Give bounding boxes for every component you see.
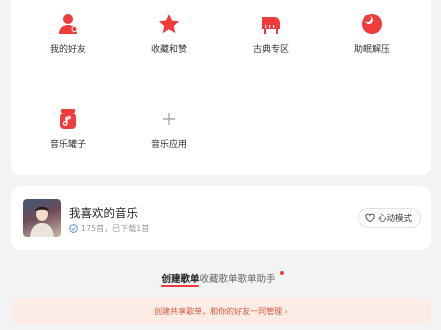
shortcut-music-apps[interactable]: 音乐应用: [124, 107, 214, 150]
shortcut-favorites[interactable]: 收藏和赞: [124, 12, 214, 55]
playlist-subtitle: 175首，已下载1首: [69, 223, 149, 234]
piano-icon: [262, 17, 280, 34]
playlist-cover: [23, 199, 61, 237]
music-jar-icon: [60, 109, 76, 129]
shortcut-label: 收藏和赞: [150, 45, 187, 55]
shortcut-classical[interactable]: 古典专区: [226, 12, 316, 55]
liked-playlist-card[interactable]: 我喜欢的音乐 175首，已下载1首 心动模式: [11, 186, 431, 250]
heart-mode-label: 心动模式: [377, 214, 412, 224]
notification-dot: [279, 271, 284, 275]
moon-icon: [362, 14, 382, 34]
playlist-stats: 175首，已下载1首: [81, 224, 150, 233]
shortcut-friends[interactable]: 我的好友: [23, 12, 113, 55]
heart-icon: [365, 213, 375, 223]
heart-mode-button[interactable]: 心动模式: [357, 208, 421, 228]
shortcut-label: 音乐罐子: [49, 140, 86, 150]
downloaded-check-icon: [69, 224, 78, 233]
shared-playlist-banner[interactable]: 创建共享歌单，和你的好友一同管理 ›: [11, 298, 431, 324]
shortcut-sleep[interactable]: 助眠解压: [327, 12, 417, 55]
banner-text: 创建共享歌单，和你的好友一同管理 ›: [154, 306, 288, 316]
shortcut-label: 古典专区: [252, 45, 289, 55]
friends-icon: [59, 14, 78, 34]
plus-icon: [163, 113, 175, 125]
tab-collected-playlists[interactable]: 收藏歌单: [199, 271, 237, 285]
playlist-title: 我喜欢的音乐: [69, 206, 138, 220]
shortcut-label: 音乐应用: [150, 140, 187, 150]
shortcut-music-jar[interactable]: 音乐罐子: [23, 107, 113, 150]
star-icon: [159, 14, 179, 34]
shortcut-label: 助眠解压: [353, 45, 390, 55]
shortcut-label: 我的好友: [49, 45, 86, 55]
tab-label: 歌单助手: [237, 274, 276, 285]
shortcuts-card: 我的好友 收藏和赞 古典专区 助眠解压 音乐罐子 音乐应用: [11, 0, 431, 175]
tab-created-playlists[interactable]: 创建歌单: [161, 271, 200, 287]
playlist-tabs: 创建歌单 收藏歌单 歌单助手: [0, 270, 441, 287]
tab-playlist-assistant[interactable]: 歌单助手: [237, 271, 284, 285]
